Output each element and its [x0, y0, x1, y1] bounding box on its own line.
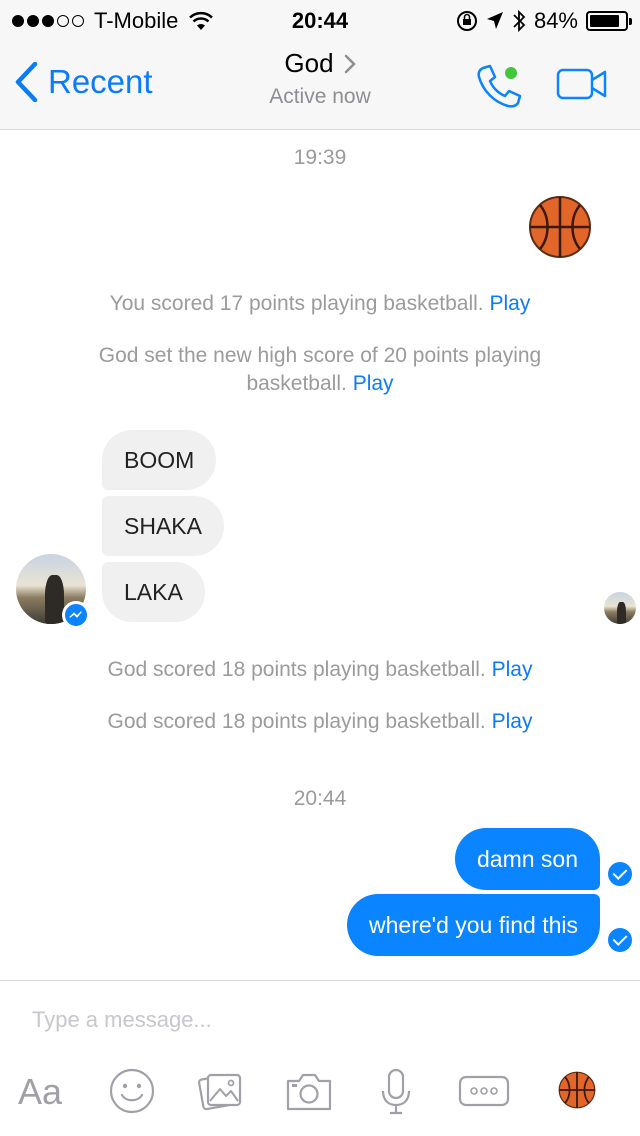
play-link[interactable]: Play	[489, 292, 530, 315]
basketball-game-message[interactable]	[528, 195, 592, 264]
game-system-message: God scored 18 points playing basketball.…	[40, 656, 600, 684]
system-message-text: You scored 17 points playing basketball.	[109, 292, 484, 315]
video-call-button[interactable]	[556, 68, 608, 105]
more-options-button[interactable]	[458, 1075, 510, 1112]
voice-message-button[interactable]	[376, 1067, 416, 1122]
game-system-message: God set the new high score of 20 points …	[50, 342, 590, 398]
more-icon	[458, 1075, 510, 1107]
chevron-right-icon	[344, 54, 356, 73]
incoming-message-bubble[interactable]: LAKA	[102, 562, 205, 622]
basketball-icon	[558, 1071, 596, 1109]
gallery-button[interactable]	[198, 1067, 246, 1120]
smiley-icon	[109, 1068, 155, 1114]
camera-button[interactable]	[284, 1067, 334, 1120]
sticker-button[interactable]	[108, 1067, 156, 1120]
system-message-text: God scored 18 points playing basketball.	[107, 658, 486, 681]
active-status: Active now	[269, 85, 371, 108]
message-composer: Type a message... Aa	[0, 980, 640, 1136]
delivered-check-icon	[608, 862, 632, 886]
basketball-icon	[529, 196, 591, 258]
delivered-check-icon	[608, 928, 632, 952]
system-message-text: God set the new high score of 20 points …	[98, 344, 542, 395]
battery-icon	[586, 11, 632, 31]
camera-icon	[286, 1073, 332, 1111]
status-right: 84%	[456, 8, 632, 34]
video-camera-icon	[556, 68, 607, 100]
phone-icon	[477, 64, 522, 108]
voice-call-button[interactable]	[474, 62, 524, 113]
timestamp: 19:39	[293, 146, 347, 169]
incoming-message-bubble[interactable]: BOOM	[102, 430, 217, 490]
microphone-icon	[381, 1068, 411, 1115]
status-bar: T-Mobile 20:44 84%	[0, 0, 640, 40]
text-format-button[interactable]: Aa	[18, 1071, 62, 1113]
outgoing-message-bubble[interactable]: damn son	[454, 828, 600, 890]
messenger-badge-icon	[62, 601, 90, 629]
play-link[interactable]: Play	[492, 658, 533, 681]
bluetooth-icon	[513, 9, 526, 33]
conversation-title: God	[284, 48, 334, 78]
basketball-game-button[interactable]	[558, 1071, 596, 1114]
message-input[interactable]: Type a message...	[32, 1007, 212, 1033]
game-system-message: God scored 18 points playing basketball.…	[40, 708, 600, 736]
timestamp: 20:44	[293, 787, 347, 810]
conversation-header: Recent God Active now	[0, 40, 640, 130]
system-message-text: God scored 18 points playing basketball.	[107, 710, 486, 733]
photo-gallery-icon	[198, 1073, 242, 1111]
location-icon	[486, 12, 503, 29]
game-system-message: You scored 17 points playing basketball.…	[40, 290, 600, 318]
incoming-message-bubble[interactable]: SHAKA	[102, 496, 224, 556]
seen-by-avatar	[604, 592, 636, 624]
composer-toolbar: Aa	[0, 1067, 640, 1117]
battery-percent: 84%	[533, 8, 578, 33]
play-link[interactable]: Play	[492, 710, 533, 733]
outgoing-message-bubble[interactable]: where'd you find this	[347, 894, 600, 956]
conversation-title-group[interactable]: God Active now	[0, 48, 640, 109]
rotation-lock-icon	[456, 11, 477, 31]
play-link[interactable]: Play	[353, 372, 394, 395]
